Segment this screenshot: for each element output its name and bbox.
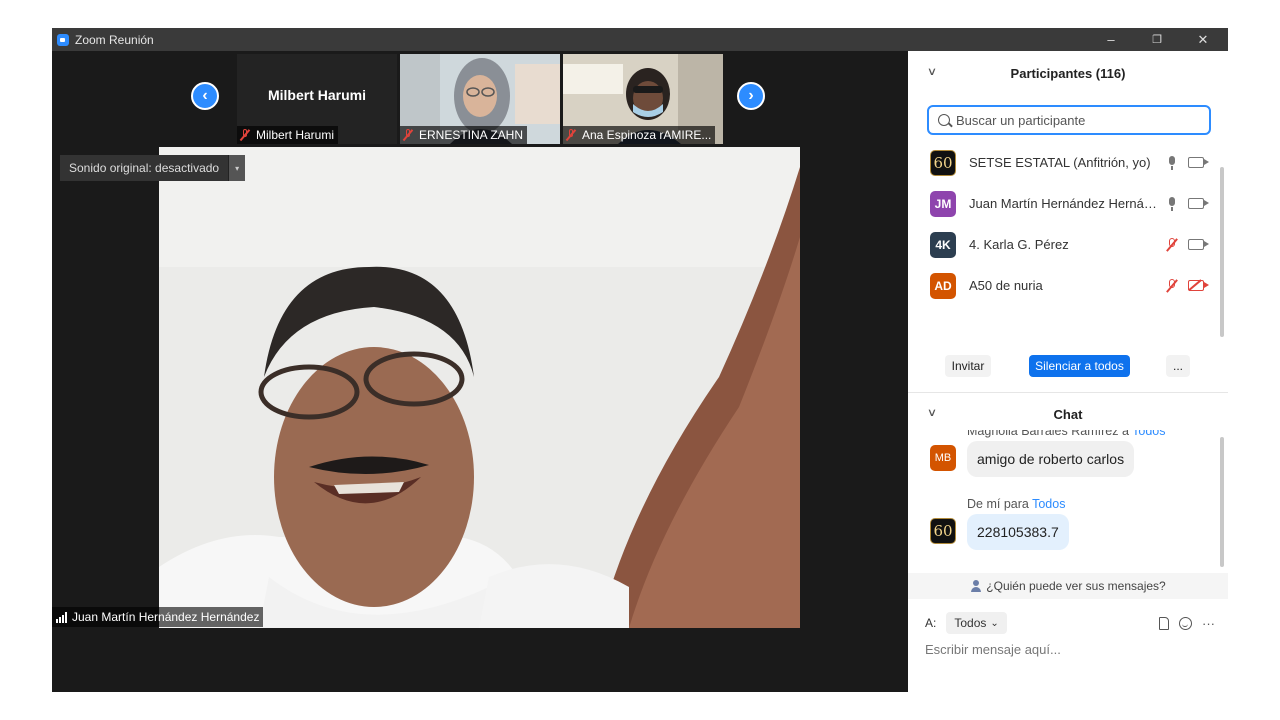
microphone-icon[interactable] xyxy=(1166,155,1178,170)
message-sender: Magnolia Barrales Ramírez a Todos xyxy=(967,430,1166,438)
close-button[interactable]: ✕ xyxy=(1180,28,1226,51)
mute-all-button[interactable]: Silenciar a todos xyxy=(1029,355,1130,377)
recipient-value: Todos xyxy=(954,616,987,630)
chat-message-bubble: 228105383.7 xyxy=(967,514,1069,550)
chat-messages: Magnolia Barrales Ramírez a Todos MB ami… xyxy=(908,430,1220,570)
participant-search-input[interactable]: Buscar un participante xyxy=(927,105,1211,135)
restore-button[interactable]: ❐ xyxy=(1134,28,1180,51)
mic-muted-icon xyxy=(566,129,576,141)
speaker-video-image xyxy=(159,147,800,628)
recipient-select[interactable]: Todos ⌄ xyxy=(946,612,1007,634)
participants-title: Participantes (116) xyxy=(1010,65,1126,81)
window-title: Zoom Reunión xyxy=(75,32,154,47)
side-panel: ∨ Participantes (116) Buscar un particip… xyxy=(908,51,1228,692)
section-divider xyxy=(908,392,1228,393)
minimize-button[interactable]: – xyxy=(1088,28,1134,51)
thumbnail-ana[interactable]: Ana Espinoza rAMIRE... xyxy=(563,54,723,144)
message-sender: De mí para Todos xyxy=(967,497,1066,511)
chevron-left-icon: ‹ xyxy=(202,87,208,104)
participants-header: ∨ Participantes (116) xyxy=(908,56,1228,90)
avatar: 4K xyxy=(930,231,956,258)
participant-row[interactable]: 60 SETSE ESTATAL (Anfitrión, yo) xyxy=(908,142,1220,183)
next-page-button[interactable]: › xyxy=(737,82,765,110)
chat-header: ∨ Chat xyxy=(908,397,1228,431)
chat-message-bubble: amigo de roberto carlos xyxy=(967,441,1135,477)
participant-row[interactable]: JM Juan Martín Hernández Hernán... xyxy=(908,183,1220,224)
video-camera-icon[interactable] xyxy=(1188,239,1209,250)
avatar: MB xyxy=(930,445,956,471)
thumbnail-label: ERNESTINA ZAHN xyxy=(400,126,528,144)
participant-name: A50 de nuria xyxy=(969,278,1043,293)
video-camera-icon[interactable] xyxy=(1188,198,1209,209)
participant-name: Juan Martín Hernández Hernán... xyxy=(969,196,1161,211)
emoji-icon[interactable] xyxy=(1179,616,1192,630)
microphone-muted-icon[interactable] xyxy=(1166,237,1178,252)
chat-message-input[interactable]: Escribir mensaje aquí... xyxy=(925,642,1061,657)
participant-row[interactable]: 4K 4. Karla G. Pérez xyxy=(908,224,1220,265)
search-placeholder: Buscar un participante xyxy=(956,112,1086,128)
zoom-window: Zoom Reunión – ❐ ✕ ‹ Milbert Harumi Milb… xyxy=(52,28,1228,692)
thumbnail-name: ERNESTINA ZAHN xyxy=(419,128,524,142)
active-speaker-video[interactable] xyxy=(159,147,800,628)
avatar: AD xyxy=(930,272,956,299)
zoom-app-icon xyxy=(57,33,69,46)
chevron-down-icon: ⌄ xyxy=(990,617,999,629)
participant-name: 4. Karla G. Pérez xyxy=(969,237,1069,252)
video-area: ‹ Milbert Harumi Milbert Harumi ERNESTIN… xyxy=(52,51,908,692)
thumbnail-label: Ana Espinoza rAMIRE... xyxy=(563,126,716,144)
video-camera-icon[interactable] xyxy=(1188,157,1209,168)
mic-muted-icon xyxy=(403,129,413,141)
more-options-button[interactable]: ... xyxy=(1166,355,1190,377)
signal-strength-icon xyxy=(56,611,67,623)
participant-name: SETSE ESTATAL (Anfitrión, yo) xyxy=(969,155,1151,170)
avatar: JM xyxy=(930,190,956,217)
collapse-chevron-icon[interactable]: ∨ xyxy=(927,406,937,419)
thumbnail-display-name: Milbert Harumi xyxy=(267,87,366,103)
avatar: 60 xyxy=(930,149,956,176)
chat-scrollbar[interactable] xyxy=(1220,437,1224,567)
active-speaker-name: Juan Martín Hernández Hernández xyxy=(72,610,260,624)
thumbnail-strip: Milbert Harumi Milbert Harumi ERNESTINA … xyxy=(237,54,723,144)
prev-page-button[interactable]: ‹ xyxy=(191,82,219,110)
participant-row[interactable]: AD A50 de nuria xyxy=(908,265,1220,306)
more-icon[interactable]: ··· xyxy=(1202,616,1215,631)
dropdown-arrow-icon[interactable]: ▾ xyxy=(228,155,246,181)
person-icon xyxy=(970,580,982,592)
video-camera-off-icon[interactable] xyxy=(1188,280,1209,291)
file-icon[interactable] xyxy=(1159,616,1169,630)
avatar: 60 xyxy=(930,518,956,544)
search-icon xyxy=(938,114,950,126)
thumbnail-ernestina[interactable]: ERNESTINA ZAHN xyxy=(400,54,560,144)
chat-title: Chat xyxy=(1053,406,1083,422)
thumbnail-label: Milbert Harumi xyxy=(237,126,339,144)
mic-muted-icon xyxy=(240,129,250,141)
active-speaker-label: Juan Martín Hernández Hernández xyxy=(52,607,264,627)
who-can-see-messages[interactable]: ¿Quién puede ver sus mensajes? xyxy=(908,573,1228,599)
who-can-see-text: ¿Quién puede ver sus mensajes? xyxy=(986,579,1166,593)
chat-recipient-bar: A: Todos ⌄ ··· xyxy=(925,611,1215,635)
thumbnail-milbert[interactable]: Milbert Harumi Milbert Harumi xyxy=(237,54,397,144)
original-sound-label: Sonido original: desactivado xyxy=(69,161,220,175)
thumbnail-name: Milbert Harumi xyxy=(256,128,335,142)
invite-button[interactable]: Invitar xyxy=(945,355,991,377)
original-sound-control[interactable]: Sonido original: desactivado ▾ xyxy=(60,155,246,181)
title-bar: Zoom Reunión – ❐ ✕ xyxy=(52,28,1228,51)
microphone-icon[interactable] xyxy=(1166,196,1178,211)
thumbnail-name: Ana Espinoza rAMIRE... xyxy=(582,128,712,142)
participant-list-scrollbar[interactable] xyxy=(1220,167,1224,337)
recipient-label: A: xyxy=(925,616,937,630)
participant-list: 60 SETSE ESTATAL (Anfitrión, yo) JM Juan… xyxy=(908,142,1220,307)
chevron-right-icon: › xyxy=(748,87,754,104)
microphone-muted-icon[interactable] xyxy=(1166,278,1178,293)
collapse-chevron-icon[interactable]: ∨ xyxy=(927,65,937,78)
